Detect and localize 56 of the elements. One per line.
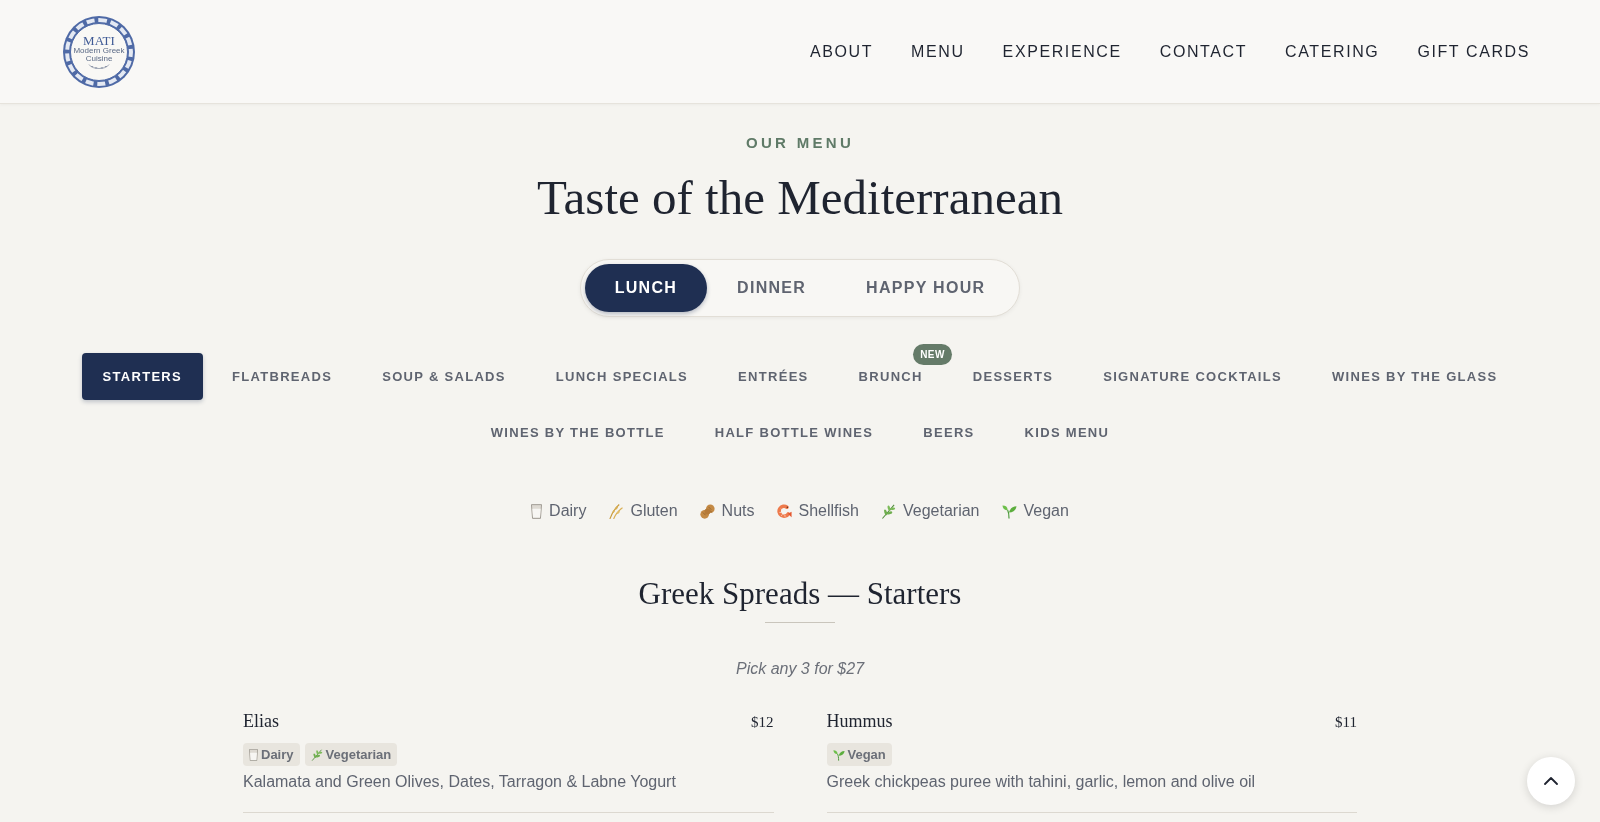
item-name: Hummus	[826, 710, 893, 733]
logo-wordmark: MATI	[83, 34, 115, 47]
item-price: $11	[1335, 713, 1357, 732]
legend-label: Shellfish	[798, 501, 859, 521]
category-tab[interactable]: BEERS	[902, 409, 996, 456]
legend-label: Nuts	[721, 501, 755, 521]
nav-link[interactable]: EXPERIENCE	[1002, 39, 1122, 64]
herb-icon	[310, 748, 323, 761]
category-tab[interactable]: WINES BY THE GLASS	[1311, 353, 1519, 400]
chevron-up-icon	[1544, 777, 1558, 785]
category-tab[interactable]: KIDS MENU	[1003, 409, 1131, 456]
category-tab[interactable]: WINES BY THE BOTTLE	[469, 409, 686, 456]
category-tab[interactable]: ENTRÉES	[717, 353, 830, 400]
page-title: Taste of the Mediterranean	[537, 169, 1063, 227]
item-description: Greek chickpeas puree with tahini, garlic, lemon and olive oil	[826, 772, 1257, 792]
nav-link[interactable]: CONTACT	[1159, 39, 1248, 64]
herb-icon	[881, 503, 896, 519]
legend-label: Dairy	[549, 501, 587, 521]
section-title: Greek Spreads — Starters	[638, 575, 962, 613]
nav-link[interactable]: MENU	[911, 39, 965, 64]
category-tab[interactable]: SOUP & SALADS	[361, 353, 527, 400]
nav-link[interactable]: CATERING	[1285, 39, 1380, 64]
meal-tab[interactable]: LUNCH	[584, 264, 708, 312]
section-note: Pick any 3 for $27	[735, 659, 865, 679]
seedling-icon	[832, 748, 845, 761]
legend-label: Vegetarian	[903, 501, 980, 521]
nav-link[interactable]: ABOUT	[809, 39, 874, 64]
tag-label: Vegetarian	[325, 746, 392, 763]
shrimp-icon	[776, 503, 792, 519]
meal-tab[interactable]: DINNER	[707, 264, 837, 312]
scroll-to-top-button[interactable]	[1527, 757, 1575, 805]
logo[interactable]: MATI Modern Greek Cuisine	[63, 15, 135, 88]
nav-link[interactable]: GIFT CARDS	[1417, 39, 1530, 64]
seedling-icon	[1001, 503, 1017, 519]
peanut-icon	[699, 503, 715, 519]
tag-label: Vegan	[847, 746, 886, 763]
category-tab[interactable]: FLATBREADS	[211, 353, 354, 400]
category-tab[interactable]: SIGNATURE COCKTAILS	[1082, 353, 1303, 400]
tag-label: Dairy	[261, 746, 294, 763]
new-badge: NEW	[913, 344, 952, 365]
section-eyebrow: OUR MENU	[745, 133, 855, 153]
logo-tagline: Modern Greek Cuisine	[73, 47, 125, 63]
category-tab[interactable]: STARTERS	[81, 353, 204, 400]
wheat-icon	[608, 503, 624, 519]
legend-label: Vegan	[1023, 501, 1069, 521]
item-name: Elias	[243, 710, 279, 733]
milk-glass-icon	[249, 748, 258, 761]
category-tab[interactable]: DESSERTS	[951, 353, 1075, 400]
laurel-icon	[88, 64, 110, 69]
legend-label: Gluten	[630, 501, 678, 521]
milk-glass-icon	[531, 503, 543, 519]
category-tab[interactable]: LUNCH SPECIALS	[534, 353, 710, 400]
item-description: Kalamata and Green Olives, Dates, Tarragon & Labne Yogurt	[243, 772, 677, 792]
item-price: $12	[751, 713, 774, 732]
category-tab[interactable]: HALF BOTTLE WINES	[693, 409, 895, 456]
meal-tab[interactable]: HAPPY HOUR	[836, 264, 1016, 312]
